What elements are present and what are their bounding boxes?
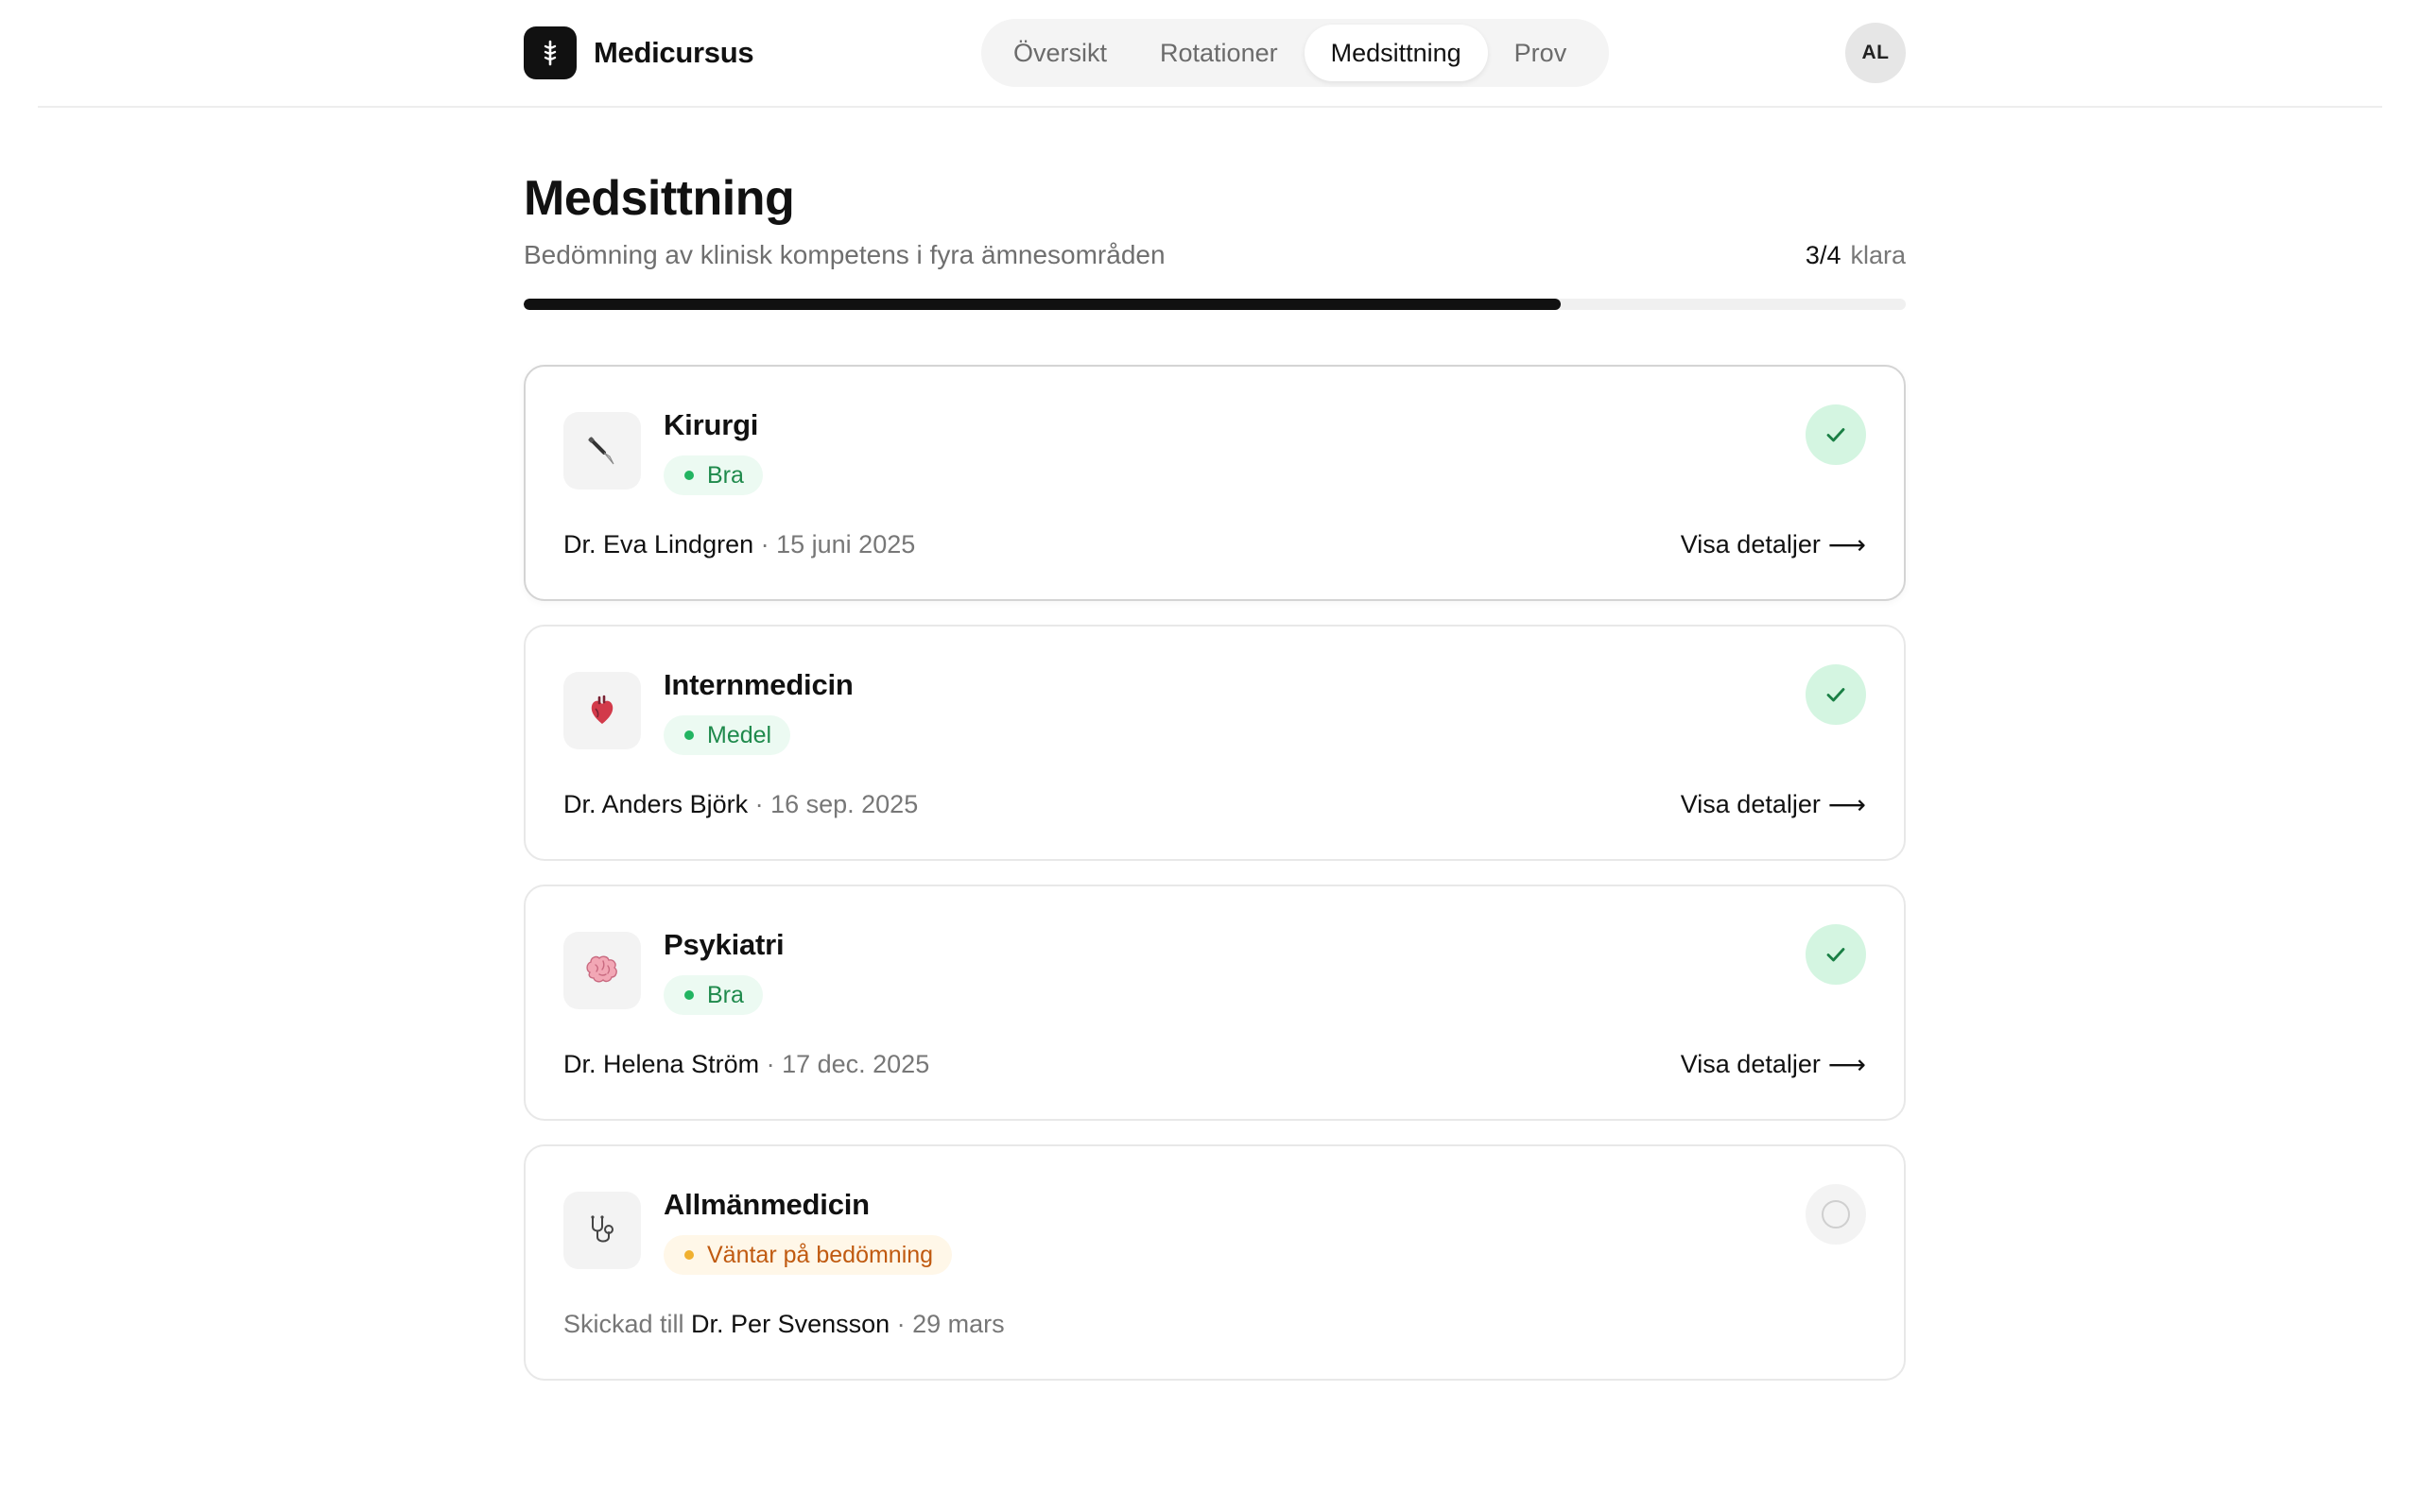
brand[interactable]: Medicursus: [524, 26, 754, 79]
card-meta: Skickad till Dr. Per Svensson · 29 mars: [563, 1310, 1005, 1339]
card-meta: Dr. Helena Ström · 17 dec. 2025: [563, 1050, 929, 1079]
assessor-name: Dr. Per Svensson: [691, 1309, 890, 1338]
badge-label: Bra: [707, 981, 744, 1008]
card-title: Allmänmedicin: [664, 1188, 870, 1221]
app-name: Medicursus: [594, 36, 754, 69]
view-details-label: Visa detaljer: [1680, 789, 1821, 818]
page-header: Medsittning Bedömning av klinisk kompete…: [524, 170, 1906, 310]
meta-prefix: Skickad till: [563, 1309, 692, 1338]
pending-circle-icon: [1806, 1184, 1866, 1245]
view-details-link[interactable]: Visa detaljer ⟶: [1681, 789, 1866, 820]
completed-check-icon: [1806, 924, 1866, 985]
view-details-label: Visa detaljer: [1680, 529, 1821, 558]
arrow-right-icon: ⟶: [1827, 529, 1866, 559]
empty-ring: [1822, 1200, 1850, 1228]
completed-check-icon: [1806, 404, 1866, 465]
assessment-card-allmanmedicin[interactable]: Allmänmedicin Väntar på bedömning Skicka…: [524, 1144, 1906, 1381]
card-footer: Dr. Eva Lindgren · 15 juni 2025 Visa det…: [563, 527, 1866, 561]
arrow-right-icon: ⟶: [1827, 1049, 1866, 1079]
subtitle-row: Bedömning av klinisk kompetens i fyra äm…: [524, 240, 1906, 270]
grade-badge: Medel: [664, 715, 791, 755]
card-title: Kirurgi: [664, 408, 759, 441]
page: Medicursus Översikt Rotationer Medsittni…: [0, 0, 2420, 1512]
progress-count-value: 3/4: [1805, 241, 1841, 269]
status-badge: Väntar på bedömning: [664, 1235, 953, 1275]
progress-count-word: klara: [1850, 241, 1906, 269]
tab-prov[interactable]: Prov: [1488, 25, 1594, 81]
brain-icon: [563, 932, 641, 1009]
badge-dot: [684, 990, 694, 1000]
card-footer: Dr. Helena Ström · 17 dec. 2025 Visa det…: [563, 1047, 1866, 1081]
badge-label: Väntar på bedömning: [707, 1241, 934, 1268]
card-title: Internmedicin: [664, 668, 854, 701]
scalpel-icon: [563, 412, 641, 490]
completed-check-icon: [1806, 664, 1866, 725]
card-meta: Dr. Anders Björk · 16 sep. 2025: [563, 790, 918, 819]
page-title: Medsittning: [524, 171, 795, 226]
card-footer: Skickad till Dr. Per Svensson · 29 mars: [563, 1307, 1866, 1341]
card-meta: Dr. Eva Lindgren · 15 juni 2025: [563, 530, 915, 559]
grade-badge: Bra: [664, 975, 763, 1015]
tab-medsittning[interactable]: Medsittning: [1304, 25, 1488, 81]
tab-rotationer[interactable]: Rotationer: [1133, 25, 1305, 81]
badge-label: Bra: [707, 461, 744, 489]
card-footer: Dr. Anders Björk · 16 sep. 2025 Visa det…: [563, 787, 1866, 821]
logo-icon: [524, 26, 577, 79]
assessor-name: Dr. Eva Lindgren: [563, 529, 754, 558]
page-subtitle: Bedömning av klinisk kompetens i fyra äm…: [524, 240, 1166, 269]
assessment-date: · 16 sep. 2025: [748, 789, 919, 818]
heart-icon: [563, 672, 641, 749]
assessment-date: · 17 dec. 2025: [759, 1049, 930, 1078]
user-avatar[interactable]: AL: [1845, 23, 1906, 83]
view-details-link[interactable]: Visa detaljer ⟶: [1681, 529, 1866, 560]
card-title: Psykiatri: [664, 928, 785, 961]
badge-dot: [684, 471, 694, 480]
badge-dot: [684, 730, 694, 740]
view-details-link[interactable]: Visa detaljer ⟶: [1681, 1049, 1866, 1080]
progress-bar: [524, 299, 1906, 310]
assessment-date: · 15 juni 2025: [753, 529, 916, 558]
assessor-name: Dr. Helena Ström: [563, 1049, 760, 1078]
progress-bar-fill: [524, 299, 1561, 310]
grade-badge: Bra: [664, 455, 763, 495]
arrow-right-icon: ⟶: [1827, 789, 1866, 819]
stethoscope-icon: [563, 1192, 641, 1269]
assessor-name: Dr. Anders Björk: [563, 789, 749, 818]
view-details-label: Visa detaljer: [1680, 1049, 1821, 1078]
progress-count: 3/4 klara: [1806, 241, 1906, 270]
badge-label: Medel: [707, 721, 772, 748]
assessment-card-kirurgi[interactable]: Kirurgi Bra Dr. Eva Lindgren · 15 juni 2…: [524, 365, 1906, 601]
main-tabs: Översikt Rotationer Medsittning Prov: [981, 19, 1609, 87]
assessment-card-psykiatri[interactable]: Psykiatri Bra Dr. Helena Ström · 17 dec.…: [524, 885, 1906, 1121]
assessment-date: · 29 mars: [890, 1309, 1005, 1338]
top-bar: Medicursus Översikt Rotationer Medsittni…: [38, 0, 2382, 108]
badge-dot: [684, 1250, 694, 1260]
assessment-card-internmedicin[interactable]: Internmedicin Medel Dr. Anders Björk · 1…: [524, 625, 1906, 861]
assessment-list: Kirurgi Bra Dr. Eva Lindgren · 15 juni 2…: [524, 365, 1906, 1404]
tab-oversikt[interactable]: Översikt: [987, 25, 1133, 81]
